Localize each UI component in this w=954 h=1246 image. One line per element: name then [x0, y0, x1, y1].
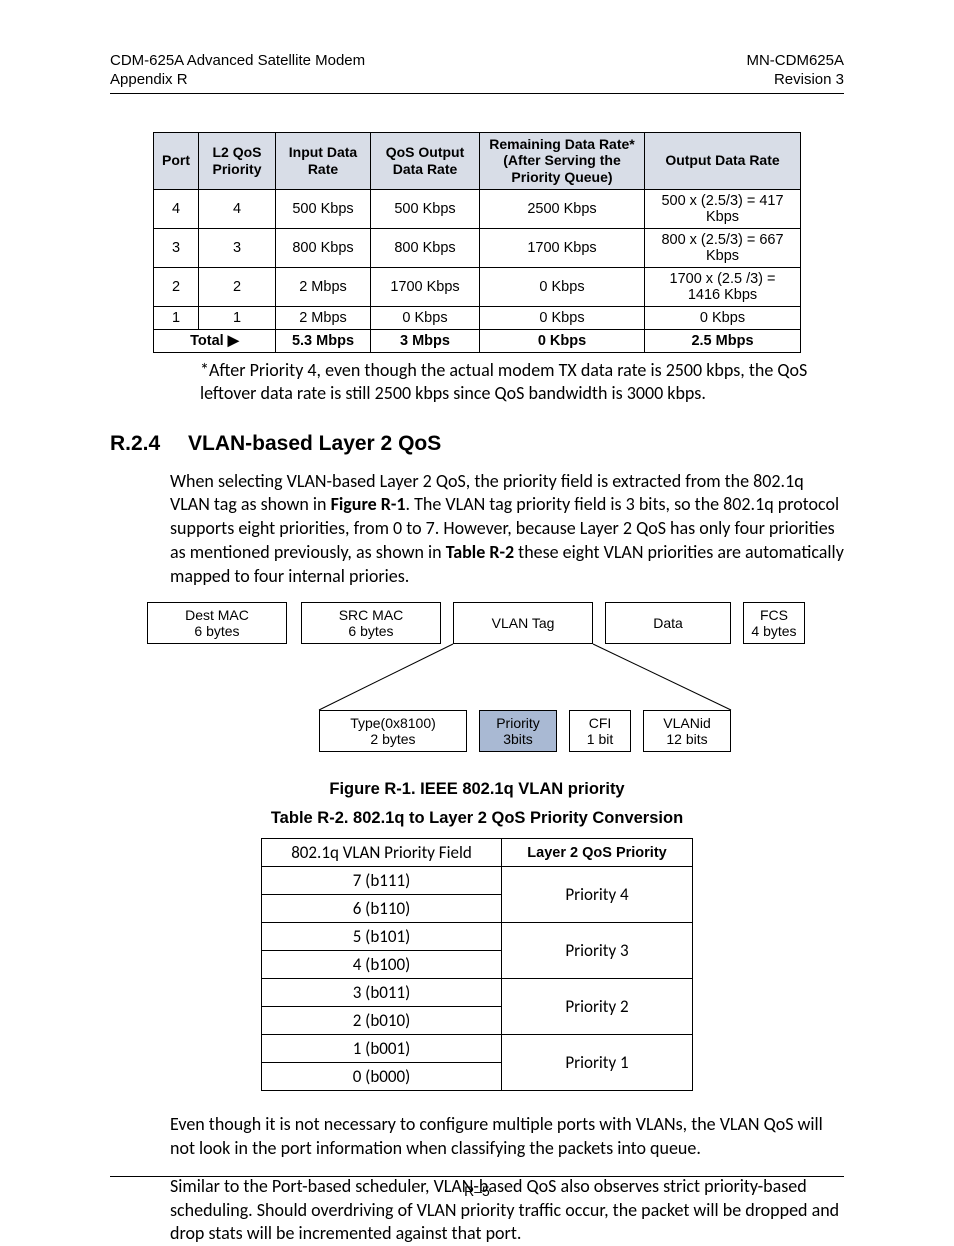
fig-type: Type(0x8100)2 bytes [319, 710, 467, 752]
table2-caption: Table R-2. 802.1q to Layer 2 QoS Priorit… [110, 809, 844, 828]
paragraph-2: Even though it is not necessary to confi… [170, 1113, 844, 1161]
priority-conversion-table: 802.1q VLAN Priority Field Layer 2 QoS P… [261, 838, 693, 1091]
t1-h0: Port [154, 132, 199, 189]
section-heading: R.2.4VLAN-based Layer 2 QoS [110, 432, 844, 456]
fig-priority: Priority3bits [479, 710, 557, 752]
table-row: 112 Mbps0 Kbps0 Kbps0 Kbps [154, 306, 801, 329]
section-title: VLAN-based Layer 2 QoS [188, 432, 441, 455]
figure-vlan-frame: Dest MAC6 bytes SRC MAC6 bytes VLAN Tag … [147, 602, 807, 762]
fig-fcs: FCS4 bytes [743, 602, 805, 644]
t1-h2: Input Data Rate [276, 132, 371, 189]
page-footer: R–5 [110, 1176, 844, 1199]
header-left-1: CDM-625A Advanced Satellite Modem [110, 52, 365, 71]
t2-h0: 802.1q VLAN Priority Field [262, 839, 502, 867]
fig-vlanid: VLANid12 bits [643, 710, 731, 752]
t1-h3: QoS Output Data Rate [371, 132, 480, 189]
fig-data: Data [605, 602, 731, 644]
header-right-2: Revision 3 [746, 71, 844, 90]
fig-vlan-tag: VLAN Tag [453, 602, 593, 644]
fig-cfi: CFI1 bit [569, 710, 631, 752]
figure-caption: Figure R-1. IEEE 802.1q VLAN priority [110, 780, 844, 799]
table-row: 5 (b101)Priority 3 [262, 923, 693, 951]
table-row: 7 (b111)Priority 4 [262, 867, 693, 895]
table-row: 222 Mbps1700 Kbps0 Kbps1700 x (2.5 /3) =… [154, 267, 801, 306]
header-right-1: MN-CDM625A [746, 52, 844, 71]
header-rule [110, 93, 844, 94]
header-left-2: Appendix R [110, 71, 365, 90]
paragraph-1: When selecting VLAN-based Layer 2 QoS, t… [170, 470, 844, 589]
page-header: CDM-625A Advanced Satellite Modem Append… [110, 52, 844, 90]
qos-output-table: Port L2 QoS Priority Input Data Rate QoS… [153, 132, 801, 353]
table-row: 3 (b011)Priority 2 [262, 979, 693, 1007]
t2-h1: Layer 2 QoS Priority [502, 839, 693, 867]
t1-h4: Remaining Data Rate* (After Serving the … [480, 132, 645, 189]
page-number: R–5 [464, 1183, 490, 1199]
section-number: R.2.4 [110, 432, 188, 456]
t1-h5: Output Data Rate [645, 132, 801, 189]
table-row: 1 (b001)Priority 1 [262, 1035, 693, 1063]
table-row: 33800 Kbps800 Kbps1700 Kbps800 x (2.5/3)… [154, 228, 801, 267]
t1-h1: L2 QoS Priority [199, 132, 276, 189]
table-row: 44500 Kbps500 Kbps2500 Kbps500 x (2.5/3)… [154, 189, 801, 228]
fig-src-mac: SRC MAC6 bytes [301, 602, 441, 644]
table-row-total: Total ▶5.3 Mbps3 Mbps0 Kbps2.5 Mbps [154, 329, 801, 352]
fig-dest-mac: Dest MAC6 bytes [147, 602, 287, 644]
table1-footnote: *After Priority 4, even though the actua… [200, 359, 840, 406]
